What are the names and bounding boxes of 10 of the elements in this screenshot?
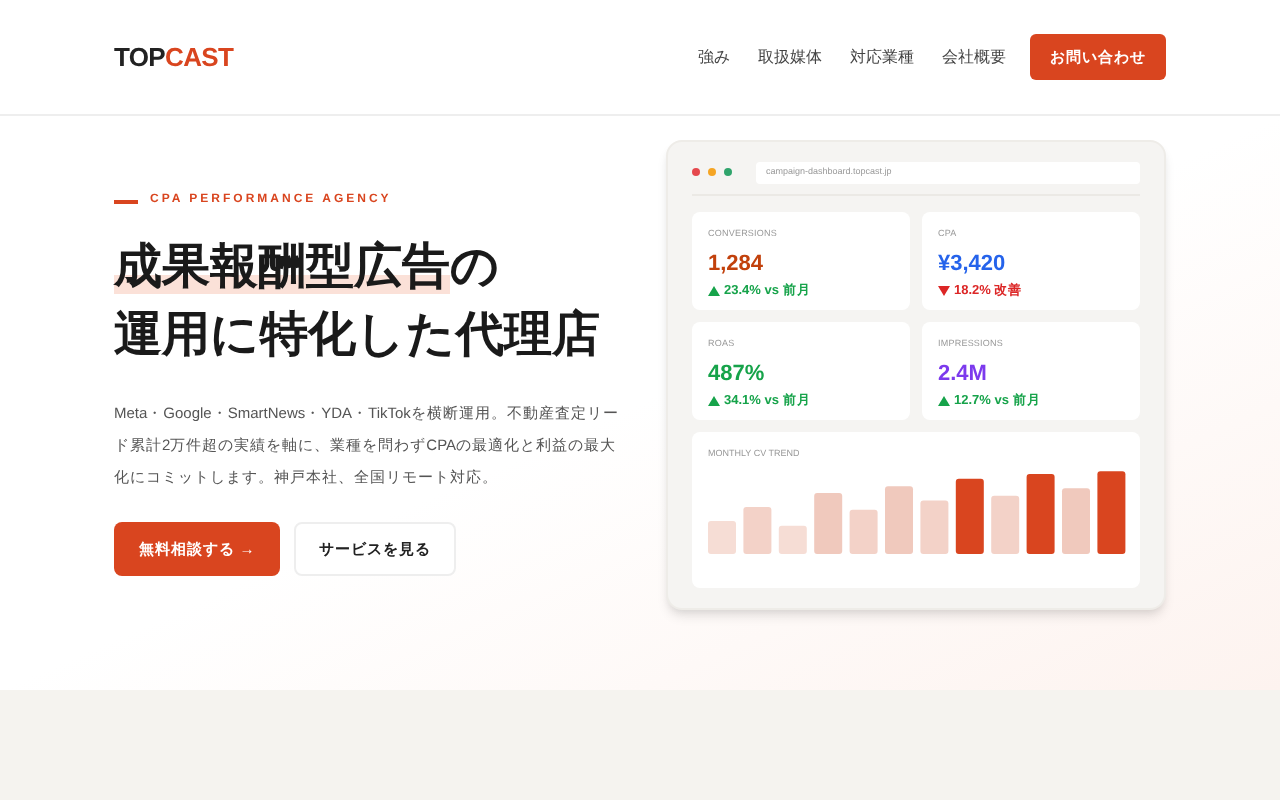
metric-value: 487% (708, 359, 767, 389)
metric-value: 2.4M (938, 359, 989, 389)
metric-value: ¥3,420 (938, 249, 1008, 279)
hero-title: 成果報酬型広告の 運用に特化した代理店 (114, 238, 602, 366)
logo[interactable]: TOPCAST (114, 37, 234, 77)
nav-link[interactable]: 強み (698, 45, 730, 69)
nav-link[interactable]: 取扱媒体 (758, 45, 822, 69)
metric-value: 1,284 (708, 249, 766, 279)
nav-link[interactable]: 対応業種 (850, 45, 914, 69)
nav-link[interactable]: 会社概要 (942, 45, 1006, 69)
